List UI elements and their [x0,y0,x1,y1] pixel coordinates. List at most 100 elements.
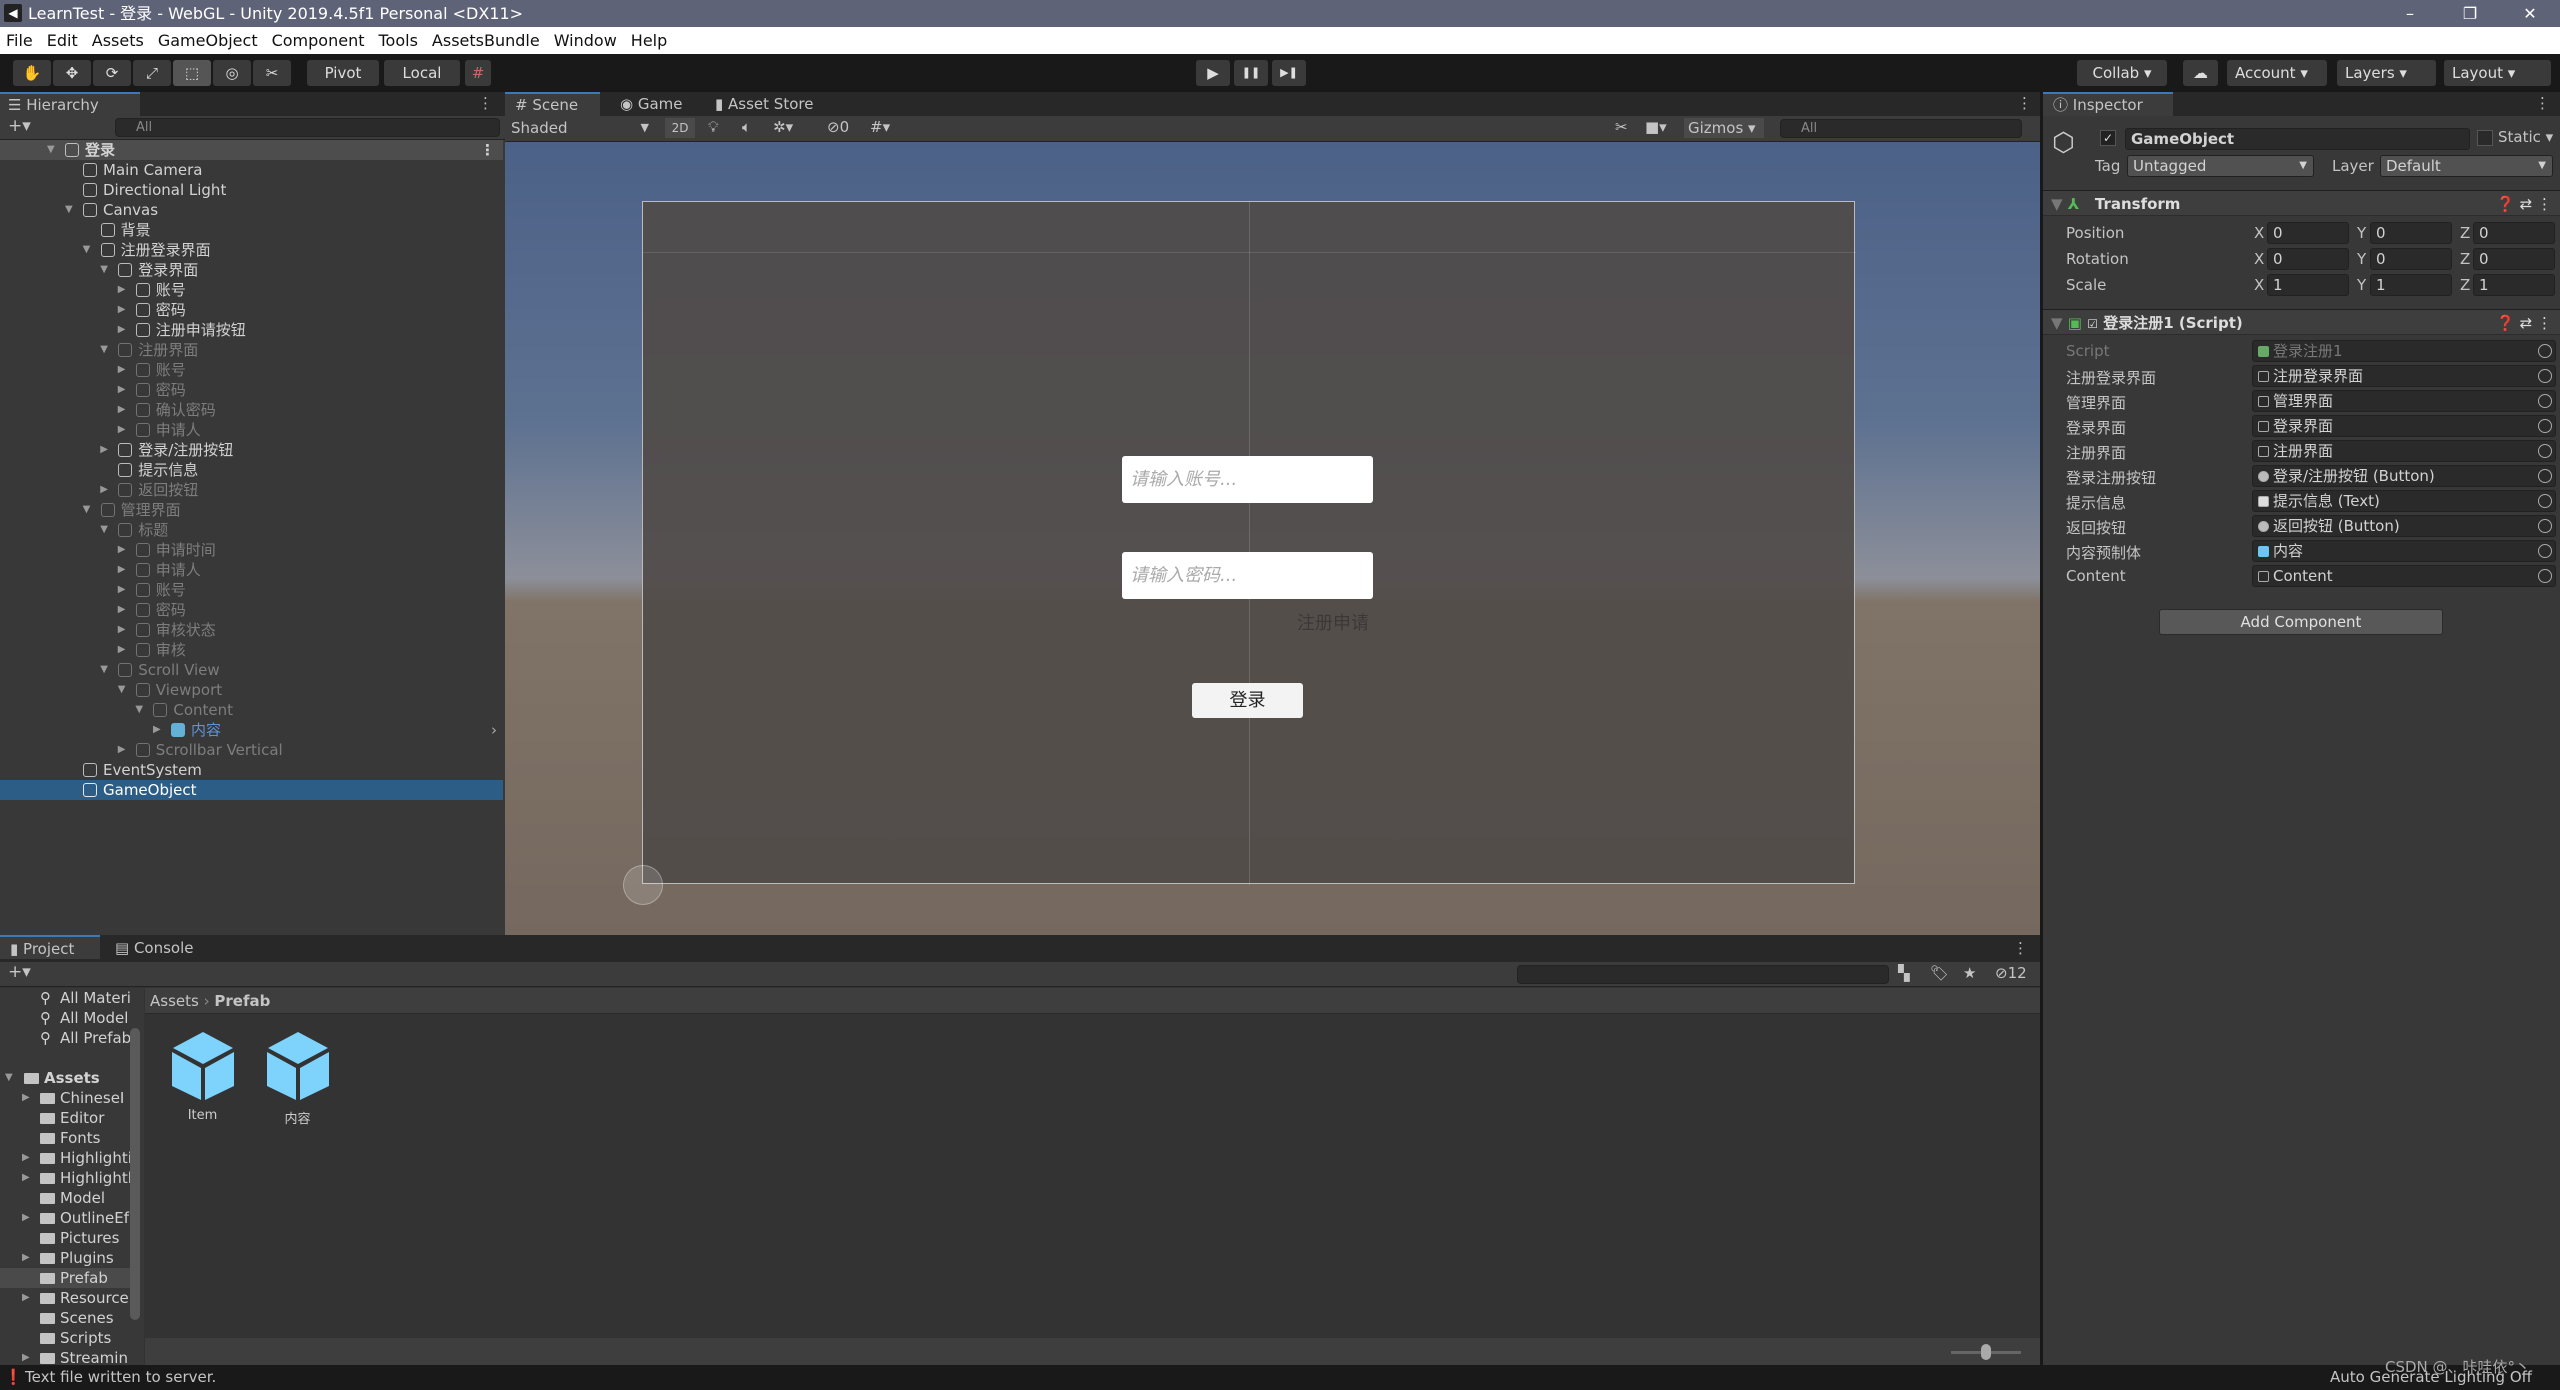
login-button[interactable]: 登录 [1192,683,1303,718]
menu-assets[interactable]: Assets [92,27,144,54]
search-by-type-icon[interactable]: ▚ [1898,964,1910,982]
custom-tool-icon[interactable]: ✂ [253,60,291,86]
position-y-input[interactable]: 0 [2370,222,2452,244]
z-axis-label[interactable]: Z [2460,224,2470,242]
tab-project[interactable]: ▮ Project [0,935,100,959]
hierarchy-item[interactable]: ▶ 账号 [0,280,503,300]
camera-dropdown-icon[interactable]: ■▾ [1645,118,1667,136]
hierarchy-item[interactable]: ▶ 注册申请按钮 [0,320,503,340]
hierarchy-item[interactable]: 提示信息 [0,460,503,480]
object-name-input[interactable]: GameObject [2125,128,2470,150]
saved-search-item[interactable]: ⚲ All Model [0,1008,132,1028]
panel-menu-icon[interactable]: ⋮ [2535,94,2550,112]
hierarchy-item[interactable]: ▶ 登录/注册按钮 [0,440,503,460]
expand-arrow-icon[interactable]: ▼ [65,200,73,220]
register-link[interactable]: 注册申请 [1297,609,1369,635]
collapse-arrow-icon[interactable]: ▶ [22,1288,30,1308]
object-reference-field[interactable]: 管理界面 [2252,390,2556,412]
hierarchy-item[interactable]: ▼ 注册界面 [0,340,503,360]
tag-dropdown[interactable]: Untagged ▼ [2127,155,2314,177]
x-axis-label[interactable]: X [2254,250,2264,268]
collapse-arrow-icon[interactable]: ▶ [22,1168,30,1188]
hierarchy-item[interactable]: ▶ 返回按钮 [0,480,503,500]
panel-menu-icon[interactable]: ⋮ [2017,94,2032,112]
hierarchy-item[interactable]: ▼ 登录界面 [0,260,503,280]
y-axis-label[interactable]: Y [2357,224,2366,242]
folder-item[interactable]: Prefab [0,1268,132,1288]
tab-scene[interactable]: # Scene [505,92,600,116]
hierarchy-item[interactable]: ▼ 标题 [0,520,503,540]
project-search-input[interactable] [1517,965,1889,984]
breadcrumb-prefab[interactable]: Prefab [214,992,270,1010]
pause-button[interactable]: ❚❚ [1234,60,1268,86]
y-axis-label[interactable]: Y [2357,250,2366,268]
expand-arrow-icon[interactable]: ▼ [118,680,126,700]
tools-icon[interactable]: ✂ [1615,118,1628,136]
hierarchy-item[interactable]: ▼ Canvas [0,200,503,220]
object-reference-field[interactable]: 登录界面 [2252,415,2556,437]
expand-arrow-icon[interactable]: ▼ [100,520,108,540]
menu-assetsbundle[interactable]: AssetsBundle [432,27,540,54]
object-picker-icon[interactable] [2538,494,2552,508]
hierarchy-item[interactable]: ▶ 审核状态 [0,620,503,640]
hierarchy-item[interactable]: ▼ Content [0,700,503,720]
status-message[interactable]: Text file written to server. [25,1365,216,1390]
scene-search-input[interactable]: All [1780,119,2022,138]
collapse-arrow-icon[interactable]: ▶ [118,740,126,760]
rect-tool-icon[interactable]: ⬚ [173,60,211,86]
active-checkbox[interactable]: ✓ [2100,130,2116,146]
object-reference-field[interactable]: 注册登录界面 [2252,365,2556,387]
tab-hierarchy[interactable]: ☰ Hierarchy [0,92,140,116]
effects-dropdown-icon[interactable]: ✲▾ [773,118,793,136]
object-reference-field[interactable]: 提示信息 (Text) [2252,490,2556,512]
transform-header[interactable]: ▼ ⅄ Transform ❓ ⇄ ⋮ [2043,190,2560,216]
maximize-button[interactable]: ❐ [2445,0,2495,27]
scale-z-input[interactable]: 1 [2473,274,2555,296]
breadcrumb-assets[interactable]: Assets [150,992,199,1010]
menu-gameobject[interactable]: GameObject [158,27,258,54]
layout-dropdown[interactable]: Layout ▾ [2444,60,2551,86]
x-axis-label[interactable]: X [2254,276,2264,294]
collapse-arrow-icon[interactable]: ▶ [22,1348,30,1365]
hierarchy-item[interactable]: ▶ 申请人 [0,420,503,440]
password-input[interactable]: 请输入密码... [1122,552,1373,599]
hierarchy-item[interactable]: ▶ 申请人 [0,560,503,580]
hierarchy-item[interactable]: 背景 [0,220,503,240]
collapse-arrow-icon[interactable]: ▶ [22,1208,30,1228]
hierarchy-item[interactable]: ▶ 确认密码 [0,400,503,420]
layers-dropdown[interactable]: Layers ▾ [2337,60,2436,86]
component-menu-icons[interactable]: ❓ ⇄ ⋮ [2496,310,2552,336]
rotation-z-input[interactable]: 0 [2473,248,2555,270]
panel-menu-icon[interactable]: ⋮ [2013,939,2028,957]
folder-item[interactable]: Fonts [0,1128,132,1148]
tab-console[interactable]: ▤ Console [105,935,204,959]
hierarchy-item[interactable]: ▼ 登录 ⋮ [0,140,503,160]
tab-inspector[interactable]: ⓘ Inspector [2043,92,2173,116]
menu-edit[interactable]: Edit [47,27,78,54]
minimize-button[interactable]: – [2385,0,2435,27]
x-axis-label[interactable]: X [2254,224,2264,242]
hierarchy-item[interactable]: ▶ 申请时间 [0,540,503,560]
scale-y-input[interactable]: 1 [2370,274,2452,296]
menu-component[interactable]: Component [272,27,365,54]
hierarchy-item[interactable]: ▶ 内容 › [0,720,503,740]
folder-item[interactable]: ▶ ChineseI [0,1088,132,1108]
static-dropdown[interactable]: Static ▾ [2498,128,2553,146]
scene-menu-icon[interactable]: ⋮ [480,140,495,160]
pivot-toggle[interactable]: Pivot [307,60,379,86]
collapse-arrow-icon[interactable]: ▶ [118,400,126,420]
expand-arrow-icon[interactable]: ▼ [100,260,108,280]
hierarchy-item[interactable]: ▼ 注册登录界面 [0,240,503,260]
folder-item[interactable]: ▶ Highlightl [0,1168,132,1188]
scene-viewport[interactable]: 请输入账号... 请输入密码... 注册申请 登录 [505,142,2040,935]
folder-item[interactable]: Scripts [0,1328,132,1348]
move-tool-icon[interactable]: ✥ [53,60,91,86]
folder-item[interactable]: ▶ OutlineEf [0,1208,132,1228]
folder-item[interactable]: ▶ Resource [0,1288,132,1308]
collapse-arrow-icon[interactable]: ▶ [22,1088,30,1108]
collab-button[interactable]: Collab ▾ [2077,60,2167,86]
cloud-icon[interactable]: ☁ [2183,60,2218,86]
collapse-arrow-icon[interactable]: ▶ [118,380,126,400]
close-button[interactable]: ✕ [2505,0,2555,27]
prefab-asset[interactable]: 内容 [255,1030,340,1130]
